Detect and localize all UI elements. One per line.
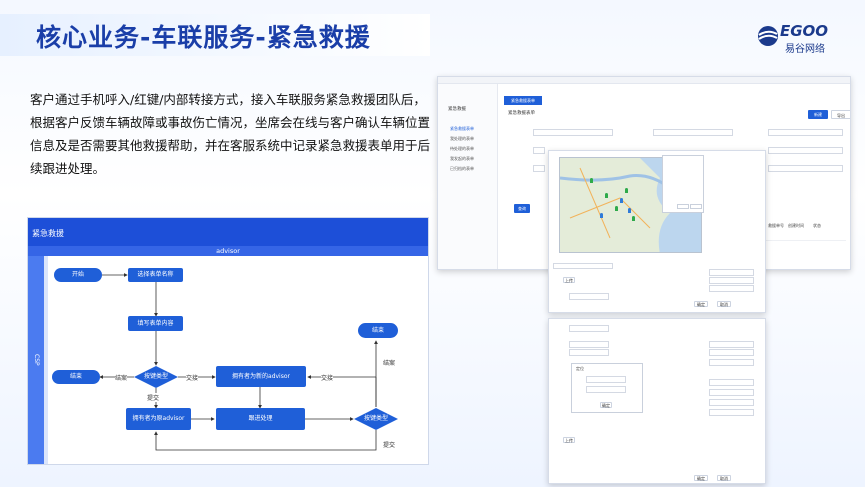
- mock-input[interactable]: [709, 277, 754, 284]
- mock-query-button[interactable]: 查询: [514, 204, 530, 213]
- node-decision-1: 按键类型: [134, 366, 178, 388]
- node-follow-up: 跟进处理: [216, 408, 305, 430]
- map-marker-icon[interactable]: [628, 208, 631, 213]
- node-start: 开始: [54, 268, 102, 282]
- mock-sidebar-item[interactable]: 紧急救援表单: [450, 126, 474, 132]
- decision-1-label: 按键类型: [143, 373, 168, 380]
- mock-input[interactable]: [709, 341, 754, 348]
- map-panel-button[interactable]: [677, 204, 689, 209]
- top-bar: [438, 77, 850, 84]
- mock-input[interactable]: [768, 147, 843, 154]
- mock-input[interactable]: [709, 389, 754, 396]
- flowchart: 紧急救援 advisor CSP 开始 选择表单名称 填写表单内容 按键类型 结…: [27, 217, 429, 465]
- mock-sidebar-item[interactable]: 待处理的表单: [450, 146, 474, 152]
- mock-table-header: 创建时间: [788, 223, 804, 228]
- map-marker-icon[interactable]: [615, 206, 618, 211]
- mock-input[interactable]: [768, 129, 843, 136]
- map-marker-icon[interactable]: [632, 216, 635, 221]
- mock-table-header: 救援单号: [768, 223, 784, 228]
- mock-input[interactable]: [569, 293, 609, 300]
- node-end-right: 结束: [358, 323, 398, 338]
- mock-input[interactable]: [709, 349, 754, 356]
- mock-sidebar-item[interactable]: 我发起的表单: [450, 156, 474, 162]
- map-panel-button[interactable]: [690, 204, 702, 209]
- logo-text-cn: 易谷网络: [785, 44, 825, 55]
- mock-input[interactable]: [709, 359, 754, 366]
- edge-label-finish-left: 结案: [115, 373, 128, 382]
- mock-confirm-button[interactable]: 确定: [694, 475, 708, 481]
- node-choose-form: 选择表单名称: [128, 268, 183, 282]
- edge-label-submit-mid: 提交: [147, 393, 160, 402]
- mock-tab[interactable]: 紧急救援表单: [504, 96, 542, 105]
- edge-label-submit-bottom: 提交: [383, 440, 396, 449]
- mock-confirm-button[interactable]: 确定: [694, 301, 708, 307]
- node-new-advisor: 拥有者为新的advisor: [216, 366, 306, 387]
- node-end-left: 结束: [52, 370, 100, 384]
- node-decision-2: 按键类型: [354, 408, 398, 430]
- mock-export-button[interactable]: 导出: [831, 110, 850, 119]
- mock-input[interactable]: [553, 263, 613, 269]
- mock-input[interactable]: [586, 376, 626, 383]
- mock-sidebar-item[interactable]: 我处理的表单: [450, 136, 474, 142]
- mock-sidebar-item[interactable]: 已归档的表单: [450, 166, 474, 172]
- company-logo: EGOO 易谷网络: [757, 21, 841, 55]
- node-fill-form: 填写表单内容: [128, 316, 183, 331]
- mock-input[interactable]: [709, 379, 754, 386]
- logo-globe-icon: [758, 26, 778, 46]
- mock-sidebar-title: 紧急救援: [448, 107, 466, 112]
- mock-new-button[interactable]: 新建: [808, 110, 828, 119]
- mock-input[interactable]: [533, 129, 613, 136]
- mock-input[interactable]: [533, 165, 545, 172]
- mock-input[interactable]: [653, 129, 733, 136]
- logo-text-en: EGOO: [780, 22, 829, 40]
- map-marker-icon[interactable]: [600, 213, 603, 218]
- mock-input[interactable]: [569, 341, 609, 348]
- map-marker-icon[interactable]: [590, 178, 593, 183]
- mock-popup-button[interactable]: 确定: [600, 402, 612, 408]
- mock-input[interactable]: [768, 165, 843, 172]
- mock-form-title: 紧急救援表单: [508, 111, 535, 116]
- mock-cancel-button[interactable]: 取消: [717, 475, 731, 481]
- page-title: 核心业务-车联服务-紧急救援: [36, 23, 371, 52]
- mock-table-header: 状态: [813, 223, 821, 228]
- mock-popup-title: 定位: [576, 366, 584, 371]
- edge-label-transfer-mid: 交接: [186, 373, 199, 382]
- description-text: 客户通过手机呼入/红键/内部转接方式，接入车联服务紧急救援团队后，根据客户反馈车…: [30, 92, 431, 176]
- map-marker-icon[interactable]: [605, 193, 608, 198]
- mock-popup: 定位 确定: [571, 363, 643, 413]
- mock-upload-button[interactable]: 上传: [563, 437, 575, 443]
- mock-input[interactable]: [533, 147, 545, 154]
- map-info-panel: [662, 155, 704, 213]
- mock-cancel-button[interactable]: 取消: [717, 301, 731, 307]
- node-orig-advisor: 拥有者为原advisor: [126, 408, 191, 430]
- edge-label-transfer-right: 交接: [321, 373, 334, 382]
- mock-input[interactable]: [709, 409, 754, 416]
- mock-input[interactable]: [709, 269, 754, 276]
- mock-input[interactable]: [586, 386, 626, 393]
- mock-upload-button[interactable]: 上传: [563, 277, 575, 283]
- mock-input[interactable]: [709, 285, 754, 292]
- map-marker-icon[interactable]: [620, 198, 623, 203]
- mock-input[interactable]: [709, 399, 754, 406]
- mock-sidebar: 紧急救援 紧急救援表单 我处理的表单 待处理的表单 我发起的表单 已归档的表单: [438, 84, 498, 269]
- mock-input[interactable]: [569, 349, 609, 356]
- map-marker-icon[interactable]: [625, 188, 628, 193]
- decision-2-label: 按键类型: [363, 415, 388, 422]
- screenshot-form-popup: 定位 确定 上传 确定 取消: [548, 318, 766, 484]
- mock-input[interactable]: [569, 325, 609, 332]
- edge-label-finish-right: 结案: [383, 358, 396, 367]
